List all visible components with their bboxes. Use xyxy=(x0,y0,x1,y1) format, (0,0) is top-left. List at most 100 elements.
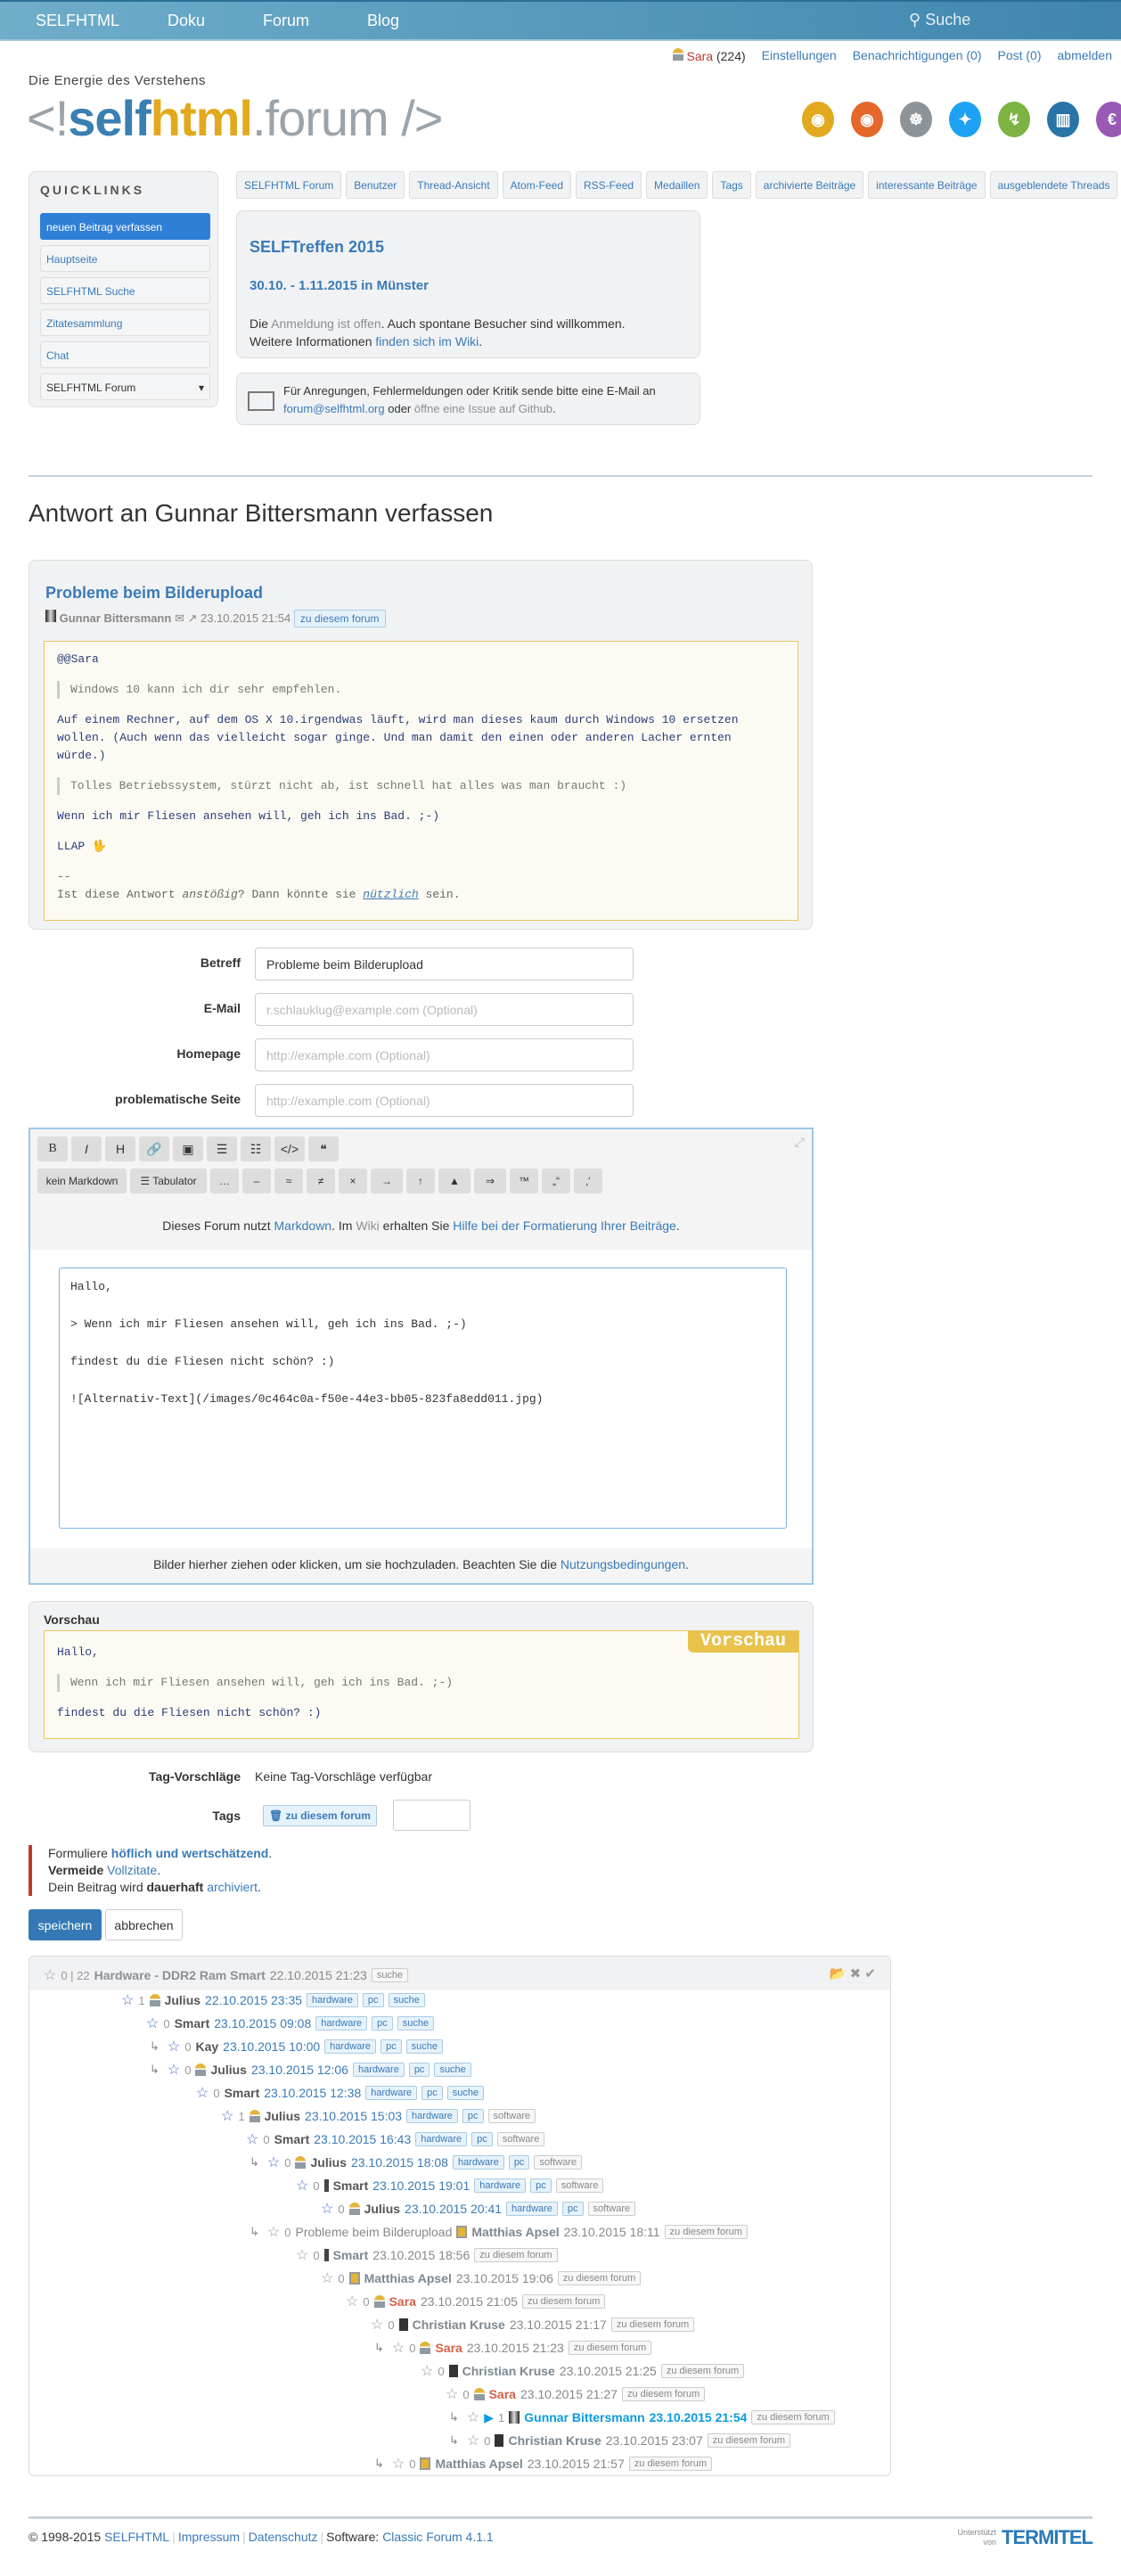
star-icon[interactable]: ☆ xyxy=(296,2246,308,2264)
quicklink-search[interactable]: SELFHTML Suche xyxy=(40,277,210,304)
tag[interactable]: software xyxy=(555,2178,604,2193)
tag[interactable]: zu diesem forum xyxy=(557,2271,642,2285)
github-icon[interactable]: ☸ xyxy=(900,102,932,137)
toolbar-button[interactable]: ≈ xyxy=(274,1169,303,1194)
tag-chip[interactable]: 🗑 zu diesem forum xyxy=(263,1805,377,1826)
post-link[interactable]: Post (0) xyxy=(997,48,1041,63)
toolbar-button[interactable]: ▲ xyxy=(438,1169,470,1194)
rss-icon[interactable]: ◉ xyxy=(851,102,883,137)
toolbar-button[interactable]: I xyxy=(71,1136,102,1161)
quicklink-home[interactable]: Hauptseite xyxy=(40,245,210,272)
tag-input[interactable] xyxy=(393,1800,470,1831)
star-icon[interactable]: ☆ xyxy=(446,2385,458,2403)
tag[interactable]: hardware xyxy=(406,2109,458,2123)
nav-blog[interactable]: Blog xyxy=(367,12,399,30)
forum-nav-item[interactable]: Atom-Feed xyxy=(502,171,572,199)
star-icon[interactable]: ☆ xyxy=(267,2223,280,2241)
toolbar-button[interactable]: → xyxy=(371,1169,403,1194)
thread-item[interactable]: ↳ ☆ 0 Christian Kruse 23.10.2015 23:07 zu die… xyxy=(449,2431,791,2450)
tag[interactable]: software xyxy=(487,2109,536,2123)
thread-item[interactable]: ↳ ☆ 0 Sara 23.10.2015 21:23 zu diesem forum xyxy=(374,2338,652,2358)
euro-icon[interactable]: € xyxy=(1096,102,1121,137)
tag[interactable]: pc xyxy=(471,2132,493,2146)
thread-item[interactable]: ↳ ☆ 0 Kay 23.10.2015 10:00 hardware pc suche xyxy=(150,2037,444,2056)
user-link[interactable]: Sara (224) xyxy=(672,48,746,63)
tag[interactable]: pc xyxy=(372,2016,393,2030)
toolbar-button[interactable]: </> xyxy=(274,1136,305,1161)
thread-item[interactable]: ↳ ☆ 0 Matthias Apsel 23.10.2015 21:57 zu dies… xyxy=(374,2454,713,2473)
check-icon[interactable]: ✔ xyxy=(864,1966,876,1981)
star-icon[interactable]: ☆ xyxy=(321,2200,333,2218)
toolbar-button[interactable]: ‚‘ xyxy=(574,1169,602,1194)
thread-item[interactable]: ☆ 0 Smart 23.10.2015 12:38 hardware pc suche xyxy=(196,2083,485,2103)
forum-nav-item[interactable]: Benutzer xyxy=(346,171,405,199)
star-icon[interactable]: ☆ xyxy=(421,2362,433,2380)
star-icon[interactable]: ☆ xyxy=(371,2316,383,2334)
help-link[interactable]: Hilfe bei der Formatierung Ihrer Beiträg… xyxy=(453,1218,676,1233)
nav-forum[interactable]: Forum xyxy=(263,12,309,30)
thread-item[interactable]: ↳ ☆ ▶ 1 Gunnar Bittersmann 23.10.2015 21:54 zu… xyxy=(449,2408,835,2427)
thread-item[interactable]: ↳ ☆ 0 Probleme beim Bilderupload Matthias Ap… xyxy=(250,2222,748,2242)
forum-select[interactable]: SELFHTML Forum ▾ xyxy=(40,373,210,400)
post-tag[interactable]: zu diesem forum xyxy=(293,610,386,628)
toolbar-button[interactable]: ™ xyxy=(510,1169,538,1194)
thread-item[interactable]: ☆ 1 Julius 23.10.2015 15:03 hardware pc softwa… xyxy=(221,2106,536,2126)
star-icon[interactable]: ☆ xyxy=(346,2293,358,2310)
twitter-icon[interactable]: ✦ xyxy=(949,102,981,137)
external-link-icon[interactable]: ↗ xyxy=(187,611,197,625)
tag[interactable]: software xyxy=(496,2132,545,2146)
thread-item[interactable]: ☆ 0 Matthias Apsel 23.10.2015 19:06 zu diese… xyxy=(321,2268,642,2288)
toolbar-button[interactable]: … xyxy=(210,1169,239,1194)
tag[interactable]: zu diesem forum xyxy=(628,2457,713,2471)
quicklink-new-post[interactable]: neuen Beitrag verfassen xyxy=(40,213,210,240)
github-issue-link[interactable]: öffne eine Issue auf Github xyxy=(414,402,552,415)
tag[interactable]: zu diesem forum xyxy=(660,2364,745,2378)
tag[interactable]: pc xyxy=(362,1993,384,2007)
trash-icon[interactable]: 🗑 xyxy=(269,1809,282,1822)
thread-item[interactable]: ☆ 0 Smart 23.10.2015 16:43 hardware pc softwar… xyxy=(246,2129,545,2149)
settings-link[interactable]: Einstellungen xyxy=(762,48,837,63)
tag[interactable]: suche xyxy=(446,2086,485,2100)
full-quotes-link[interactable]: Vollzitate xyxy=(107,1863,157,1877)
thread-item[interactable]: ☆ 0 Sara 23.10.2015 21:05 zu diesem forum xyxy=(346,2292,606,2311)
star-icon[interactable]: ☆ xyxy=(121,1991,134,2009)
trello-icon[interactable]: ▥ xyxy=(1047,102,1079,137)
cancel-button[interactable]: abbrechen xyxy=(105,1909,183,1940)
toolbar-button[interactable]: ↑ xyxy=(406,1169,435,1194)
tag[interactable]: software xyxy=(534,2155,583,2170)
mail-icon[interactable]: ✉ xyxy=(175,611,184,625)
save-button[interactable]: speichern xyxy=(29,1909,102,1940)
problem-page-field[interactable] xyxy=(255,1084,634,1117)
toolbar-button[interactable]: ▣ xyxy=(173,1136,203,1161)
software-link[interactable]: Classic Forum 4.1.1 xyxy=(382,2530,493,2544)
thread-item[interactable]: ↳ ☆ 0 Julius 23.10.2015 18:08 hardware pc softw… xyxy=(250,2153,583,2172)
tag[interactable]: zu diesem forum xyxy=(621,2387,706,2401)
politeness-link[interactable]: höflich und wertschätzend xyxy=(111,1846,269,1860)
homepage-field[interactable] xyxy=(255,1038,634,1071)
toolbar-button[interactable]: ⇒ xyxy=(474,1169,506,1194)
selfhtml-link[interactable]: SELFHTML xyxy=(104,2530,169,2544)
tag[interactable]: pc xyxy=(408,2063,430,2077)
thread-item[interactable]: ☆ 0 Christian Kruse 23.10.2015 21:25 zu dies… xyxy=(421,2361,745,2381)
tag[interactable]: hardware xyxy=(415,2132,468,2146)
tag[interactable]: pc xyxy=(508,2155,530,2170)
tag[interactable]: software xyxy=(587,2202,636,2216)
star-icon[interactable]: ☆ xyxy=(321,2269,333,2287)
star-icon[interactable]: ☆ xyxy=(44,1966,56,1984)
star-icon[interactable]: ☆ xyxy=(296,2177,308,2195)
logo[interactable]: <!selfhtml.forum /> xyxy=(27,89,444,147)
toolbar-button[interactable]: B xyxy=(37,1136,68,1161)
tag[interactable]: zu diesem forum xyxy=(610,2318,695,2332)
tag[interactable]: hardware xyxy=(365,2086,418,2100)
star-icon[interactable]: ☆ xyxy=(196,2084,209,2102)
nav-selfhtml[interactable]: SELFHTML xyxy=(36,12,119,30)
thread-item[interactable]: ☆ 0 Sara 23.10.2015 21:27 zu diesem forum xyxy=(446,2384,706,2404)
tag[interactable]: hardware xyxy=(352,2063,405,2077)
tag[interactable]: hardware xyxy=(324,2039,377,2054)
folder-open-icon[interactable]: 📂 xyxy=(830,1966,847,1981)
toolbar-button[interactable]: ≠ xyxy=(307,1169,335,1194)
thread-root[interactable]: ☆ 0 | 22 Hardware - DDR2 Ram Smart 22.10… xyxy=(44,1965,409,1985)
star-icon[interactable]: ☆ xyxy=(246,2130,258,2148)
sponsor[interactable]: Unterstützt von TERMITEL xyxy=(957,2526,1093,2549)
thread-item[interactable]: ☆ 1 Julius 22.10.2015 23:35 hardware pc suche xyxy=(121,1990,425,2010)
